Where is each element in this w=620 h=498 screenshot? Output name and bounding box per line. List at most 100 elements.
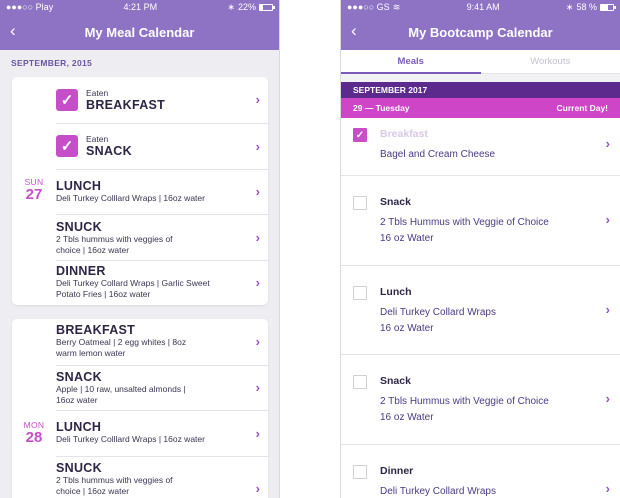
meal-description: 2 Tbls Hummus with Veggie of Choice: [380, 217, 549, 228]
meal-row-lunch[interactable]: LUNCH Deli Turkey Colllard Wraps | 16oz …: [56, 410, 268, 456]
meal-row-snack[interactable]: SNACK Apple | 10 raw, unsalted almonds |…: [56, 365, 268, 410]
divider: [341, 74, 620, 82]
chevron-right-icon: ›: [255, 229, 260, 245]
status-bar: ●●●○○ GS ≋ 9:41 AM ∗ 58 %: [341, 0, 620, 14]
chevron-right-icon: ›: [255, 425, 260, 441]
day-number: 27: [25, 186, 43, 203]
meal-name: DINNER: [56, 264, 106, 278]
meal-description: Apple | 10 raw, unsalted almonds | 16oz …: [56, 384, 186, 405]
meal-row-lunch[interactable]: LUNCH Deli Turkey Colllard Wraps | 16oz …: [56, 169, 268, 214]
meal-name: SNUCK: [56, 461, 102, 475]
meal-description: Bagel and Cream Cheese: [380, 149, 496, 160]
chevron-right-icon: ›: [605, 302, 610, 317]
meal-name: Snack: [380, 196, 411, 208]
battery-icon: [599, 3, 616, 11]
checkbox-icon[interactable]: [353, 286, 367, 300]
wifi-icon: ≋: [392, 1, 401, 12]
checkbox-icon[interactable]: [353, 465, 367, 479]
meal-row-lunch[interactable]: Lunch Deli Turkey Collard Wraps 16 oz Wa…: [341, 266, 620, 355]
meal-description: 2 Tbls hummus with veggies of choice | 1…: [56, 234, 173, 255]
checkbox-checked-icon[interactable]: ✓: [353, 128, 367, 142]
meal-name: Breakfast: [380, 128, 428, 140]
app-header: ●●●○○ GS ≋ 9:41 AM ∗ 58 % ‹ My Bootcamp …: [341, 0, 620, 50]
carrier-signal: ●●●○○ Play: [6, 2, 54, 12]
status-bar: ●●●○○ Play 4:21 PM ∗ 22%: [0, 0, 279, 14]
eaten-label: Eaten: [86, 88, 109, 98]
back-chevron-icon[interactable]: ‹: [351, 22, 357, 39]
meal-name: BREAKFAST: [56, 323, 136, 337]
day-number: 28: [25, 429, 43, 446]
bluetooth-icon: ∗: [227, 1, 235, 12]
screenshot-stage: ●●●○○ Play 4:21 PM ∗ 22% ‹ My Meal Calen…: [0, 0, 620, 498]
chevron-right-icon: ›: [255, 333, 260, 349]
tab-bar: Meals Workouts: [341, 50, 620, 74]
month-header: SEPTEMBER 2017: [341, 82, 620, 98]
month-header: SEPTEMBER, 2015: [11, 58, 93, 68]
meal-description: Deli Turkey Colllard Wraps | 16oz water: [56, 434, 205, 444]
checkbox-checked-icon[interactable]: ✓: [56, 135, 78, 157]
meal-row-snack[interactable]: Snack 2 Tbls Hummus with Veggie of Choic…: [341, 355, 620, 445]
status-time: 4:21 PM: [123, 2, 158, 12]
back-chevron-icon[interactable]: ‹: [10, 22, 16, 39]
chevron-right-icon: ›: [255, 379, 260, 395]
meal-description: 16 oz Water: [380, 412, 434, 423]
chevron-right-icon: ›: [605, 136, 610, 151]
current-date: 29 — Tuesday: [353, 103, 410, 113]
carrier-signal: ●●●○○ GS ≋: [347, 1, 401, 13]
meal-description: Deli Turkey Colllard Wraps | 16oz water: [56, 193, 205, 203]
meal-calendar-screen: ●●●○○ Play 4:21 PM ∗ 22% ‹ My Meal Calen…: [0, 0, 280, 498]
meal-name: LUNCH: [56, 420, 102, 434]
battery-percent: 58 %: [576, 2, 597, 12]
chevron-right-icon: ›: [255, 91, 260, 107]
meal-row-snack[interactable]: ✓ Eaten SNACK ›: [56, 123, 268, 169]
meal-name: Dinner: [380, 465, 414, 477]
chevron-right-icon: ›: [605, 212, 610, 227]
day-date: MON 28: [12, 420, 56, 445]
chevron-right-icon: ›: [255, 183, 260, 199]
chevron-right-icon: ›: [255, 274, 260, 290]
nav-bar: ‹ My Bootcamp Calendar: [341, 14, 620, 50]
meal-row-dinner[interactable]: DINNER Deli Turkey Collard Wraps | Garli…: [56, 260, 268, 305]
meal-description: Deli Turkey Collard Wraps: [380, 486, 496, 497]
meal-name: SNACK: [86, 144, 132, 158]
chevron-right-icon: ›: [255, 481, 260, 496]
checkbox-icon[interactable]: [353, 375, 367, 389]
tab-workouts[interactable]: Workouts: [481, 50, 620, 73]
meal-description: 2 Tbls hummus with veggies of choice | 1…: [56, 475, 173, 496]
meal-description: 2 Tbls Hummus with Veggie of Choice: [380, 396, 549, 407]
meal-row-dinner[interactable]: Dinner Deli Turkey Collard Wraps ›: [341, 445, 620, 498]
meal-row-breakfast[interactable]: ✓ Eaten BREAKFAST ›: [56, 77, 268, 123]
meal-name: SNACK: [56, 370, 102, 384]
app-header: ●●●○○ Play 4:21 PM ∗ 22% ‹ My Meal Calen…: [0, 0, 279, 50]
battery-status: ∗ 58 %: [565, 1, 616, 13]
chevron-right-icon: ›: [605, 391, 610, 406]
status-time: 9:41 AM: [466, 2, 500, 12]
battery-status: ∗ 22%: [227, 1, 275, 13]
checkbox-icon[interactable]: [353, 196, 367, 210]
day-card-mon-28: MON 28 BREAKFAST Berry Oatmeal | 2 egg w…: [12, 319, 268, 498]
battery-icon: [258, 3, 275, 11]
meal-name: BREAKFAST: [86, 98, 166, 112]
checkbox-checked-icon[interactable]: ✓: [56, 89, 78, 111]
nav-bar: ‹ My Meal Calendar: [0, 14, 279, 50]
meal-row-snuck[interactable]: SNUCK 2 Tbls hummus with veggies of choi…: [56, 214, 268, 260]
meal-row-snuck[interactable]: SNUCK 2 Tbls hummus with veggies of choi…: [56, 456, 268, 498]
tab-meals[interactable]: Meals: [341, 50, 481, 74]
page-title: My Bootcamp Calendar: [408, 24, 553, 40]
meal-description: Deli Turkey Collard Wraps: [380, 307, 496, 318]
meal-description: Deli Turkey Collard Wraps | Garlic Sweet…: [56, 278, 210, 299]
chevron-right-icon: ›: [605, 481, 610, 496]
bluetooth-icon: ∗: [565, 1, 574, 12]
meal-name: Snack: [380, 375, 411, 387]
meal-name: Lunch: [380, 286, 412, 298]
meal-description: Berry Oatmeal | 2 egg whites | 8oz warm …: [56, 337, 187, 358]
bootcamp-calendar-screen: ●●●○○ GS ≋ 9:41 AM ∗ 58 % ‹ My Bootcamp …: [340, 0, 620, 498]
meal-row-breakfast[interactable]: BREAKFAST Berry Oatmeal | 2 egg whites |…: [56, 319, 268, 365]
meal-row-snack[interactable]: Snack 2 Tbls Hummus with Veggie of Choic…: [341, 176, 620, 266]
meal-description: 16 oz Water: [380, 233, 434, 244]
current-day-bar: 29 — Tuesday Current Day!: [341, 98, 620, 118]
battery-percent: 22%: [237, 2, 256, 12]
page-title: My Meal Calendar: [84, 24, 195, 40]
meal-row-breakfast[interactable]: ✓ Breakfast Bagel and Cream Cheese ›: [341, 118, 620, 176]
meal-name: LUNCH: [56, 179, 102, 193]
